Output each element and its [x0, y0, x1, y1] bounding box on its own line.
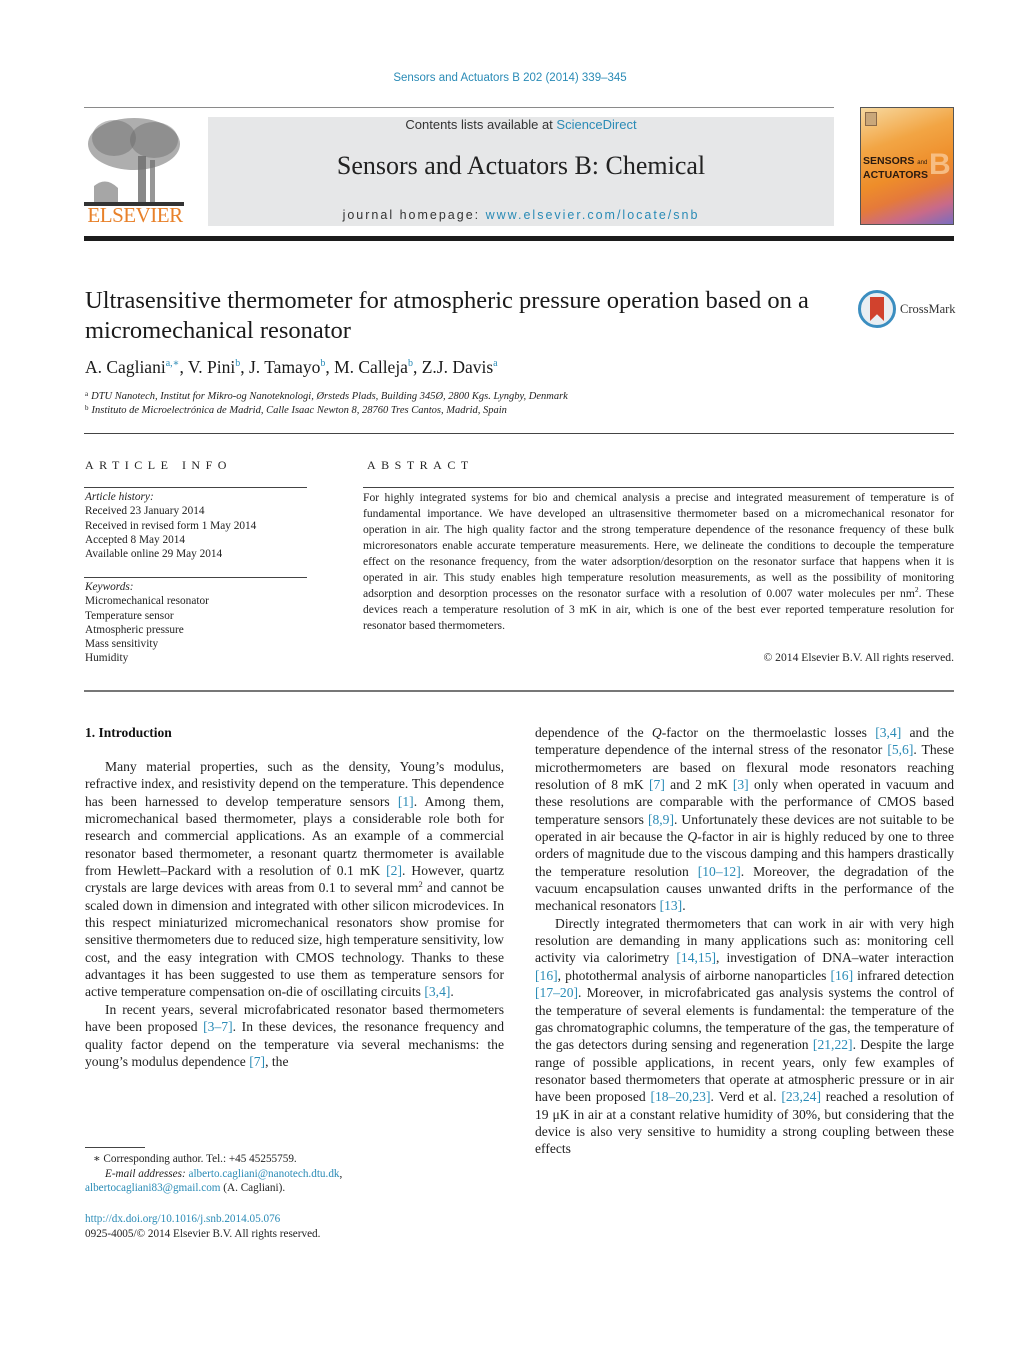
- journal-cover-image[interactable]: B SENSORS and ACTUATORS: [860, 107, 954, 225]
- right-column: dependence of the Q-factor on the thermo…: [535, 724, 954, 1158]
- contents-line: Contents lists available at ScienceDirec…: [208, 117, 834, 132]
- history-item: Received 23 January 2014: [85, 505, 205, 518]
- abstract-end-divider: [84, 690, 954, 692]
- history-item: Received in revised form 1 May 2014: [85, 519, 257, 532]
- author-affiliation-mark[interactable]: b: [235, 358, 240, 369]
- citation-link[interactable]: [7]: [649, 777, 665, 792]
- paragraph: dependence of the Q-factor on the thermo…: [535, 725, 955, 914]
- author[interactable]: M. Callejab: [334, 357, 413, 377]
- footnotes: ∗ Corresponding author. Tel.: +45 452557…: [85, 1152, 505, 1196]
- citation-link[interactable]: [3,4]: [875, 725, 901, 740]
- author-affiliation-mark[interactable]: b: [320, 358, 325, 369]
- citation-link[interactable]: [3–7]: [203, 1019, 232, 1034]
- elsevier-wordmark: ELSEVIER: [87, 203, 183, 227]
- journal-homepage-line: journal homepage: www.elsevier.com/locat…: [208, 208, 834, 222]
- email-note: E-mail addresses: alberto.cagliani@nanot…: [105, 1167, 343, 1180]
- footnote-divider: [85, 1147, 145, 1148]
- paragraph: Many material properties, such as the de…: [85, 759, 504, 1000]
- doi-block: http://dx.doi.org/10.1016/j.snb.2014.05.…: [85, 1212, 320, 1241]
- author[interactable]: A. Cagliania,∗: [85, 357, 179, 377]
- homepage-prefix: journal homepage:: [342, 208, 486, 222]
- history-item: Available online 29 May 2014: [85, 548, 223, 561]
- citation-link[interactable]: [3]: [733, 777, 749, 792]
- keyword-item: Micromechanical resonator: [85, 595, 209, 608]
- keyword-item: Atmospheric pressure: [85, 623, 184, 636]
- article-info-divider: [84, 487, 307, 488]
- article-history: Article history: Received 23 January 201…: [85, 490, 310, 561]
- citation-link[interactable]: [8,9]: [648, 812, 674, 827]
- section-heading-introduction: 1. Introduction: [85, 725, 172, 740]
- citation-link[interactable]: [16]: [535, 968, 558, 983]
- cover-title-line2: ACTUATORS: [863, 169, 928, 181]
- italic-text: Q: [687, 829, 698, 845]
- keyword-item: Temperature sensor: [85, 609, 174, 622]
- author[interactable]: V. Pinib: [188, 357, 240, 377]
- crossmark-label: CrossMark: [900, 302, 956, 316]
- paragraph: Directly integrated thermometers that ca…: [535, 915, 954, 1157]
- journal-homepage-link[interactable]: www.elsevier.com/locate/snb: [486, 208, 700, 222]
- crossmark-button[interactable]: CrossMark: [858, 290, 958, 330]
- keywords: Keywords: Micromechanical resonator Temp…: [85, 580, 310, 666]
- affiliation-divider: [84, 433, 954, 434]
- citation-link[interactable]: [18–20,23]: [650, 1089, 710, 1104]
- abstract-copyright: © 2014 Elsevier B.V. All rights reserved…: [763, 651, 954, 664]
- sciencedirect-link[interactable]: ScienceDirect: [556, 117, 636, 132]
- author-affiliation-mark[interactable]: b: [408, 358, 413, 369]
- citation-link[interactable]: [7]: [249, 1054, 265, 1069]
- citation-link[interactable]: [10–12]: [698, 864, 741, 879]
- abstract-divider: [363, 487, 954, 488]
- paragraph: In recent years, several microfabricated…: [85, 1001, 504, 1069]
- author-affiliation-mark[interactable]: a: [493, 358, 497, 369]
- left-column: Many material properties, such as the de…: [85, 758, 504, 1070]
- keywords-divider: [84, 577, 307, 578]
- cover-title-and: and: [917, 160, 928, 166]
- cover-publisher-icon: [865, 112, 877, 126]
- affiliation-a: a DTU Nanotech, Institut for Mikro-og Nan…: [85, 390, 568, 402]
- masthead-thick-divider: [84, 236, 954, 241]
- author-affiliation-mark[interactable]: a,∗: [166, 358, 180, 369]
- citation-link[interactable]: [17–20]: [535, 985, 578, 1000]
- issn-copyright: 0925-4005/© 2014 Elsevier B.V. All right…: [85, 1227, 321, 1240]
- email-link[interactable]: albertocagliani83@gmail.com: [85, 1182, 221, 1194]
- author[interactable]: J. Tamayob: [249, 357, 325, 377]
- history-item: Accepted 8 May 2014: [85, 533, 186, 546]
- journal-reference-link[interactable]: Sensors and Actuators B 202 (2014) 339–3…: [0, 72, 1020, 84]
- superscript: 2: [418, 879, 423, 890]
- affiliation-b: b Instituto de Microelectrónica de Madrid…: [85, 404, 507, 416]
- email-note-cont: albertocagliani83@gmail.com (A. Cagliani…: [85, 1182, 286, 1194]
- citation-link[interactable]: [21,22]: [813, 1037, 853, 1052]
- abstract-text: For highly integrated systems for bio an…: [363, 491, 954, 632]
- keyword-item: Mass sensitivity: [85, 638, 159, 651]
- keywords-title: Keywords:: [85, 581, 134, 593]
- crossmark-icon: [858, 290, 896, 328]
- citation-link[interactable]: [13]: [660, 898, 683, 913]
- contents-prefix: Contents lists available at: [405, 117, 557, 132]
- article-title: Ultrasensitive thermometer for atmospher…: [85, 287, 809, 344]
- author[interactable]: Z.J. Davisa: [422, 357, 498, 377]
- article-info-heading: ARTICLE INFO: [85, 458, 232, 472]
- elsevier-logo[interactable]: ELSEVIER: [84, 116, 186, 228]
- author-list: A. Cagliania,∗, V. Pinib, J. Tamayob, M.…: [85, 357, 498, 377]
- cover-title-line1: SENSORS: [863, 155, 915, 167]
- cover-title: SENSORS and ACTUATORS: [863, 155, 928, 181]
- citation-link[interactable]: [1]: [398, 794, 414, 809]
- citation-link[interactable]: [2]: [386, 863, 402, 878]
- corresponding-author-note: ∗ Corresponding author. Tel.: +45 452557…: [93, 1153, 297, 1165]
- journal-title: Sensors and Actuators B: Chemical: [336, 151, 706, 180]
- cover-letter: B: [929, 148, 951, 181]
- citation-link[interactable]: [16]: [830, 968, 853, 983]
- abstract-heading: ABSTRACT: [367, 458, 474, 472]
- citation-link[interactable]: [14,15]: [676, 950, 716, 965]
- keyword-item: Humidity: [85, 652, 129, 665]
- italic-text: Q: [651, 725, 662, 740]
- citation-link[interactable]: [23,24]: [781, 1089, 821, 1104]
- email-link[interactable]: alberto.cagliani@nanotech.dtu.dk: [188, 1168, 339, 1180]
- citation-link[interactable]: [5,6]: [887, 742, 913, 757]
- doi-link[interactable]: http://dx.doi.org/10.1016/j.snb.2014.05.…: [85, 1213, 280, 1225]
- top-divider: [84, 107, 834, 108]
- elsevier-tree-icon: [84, 118, 184, 206]
- citation-link[interactable]: [3,4]: [424, 984, 450, 999]
- article-history-title: Article history:: [85, 491, 154, 503]
